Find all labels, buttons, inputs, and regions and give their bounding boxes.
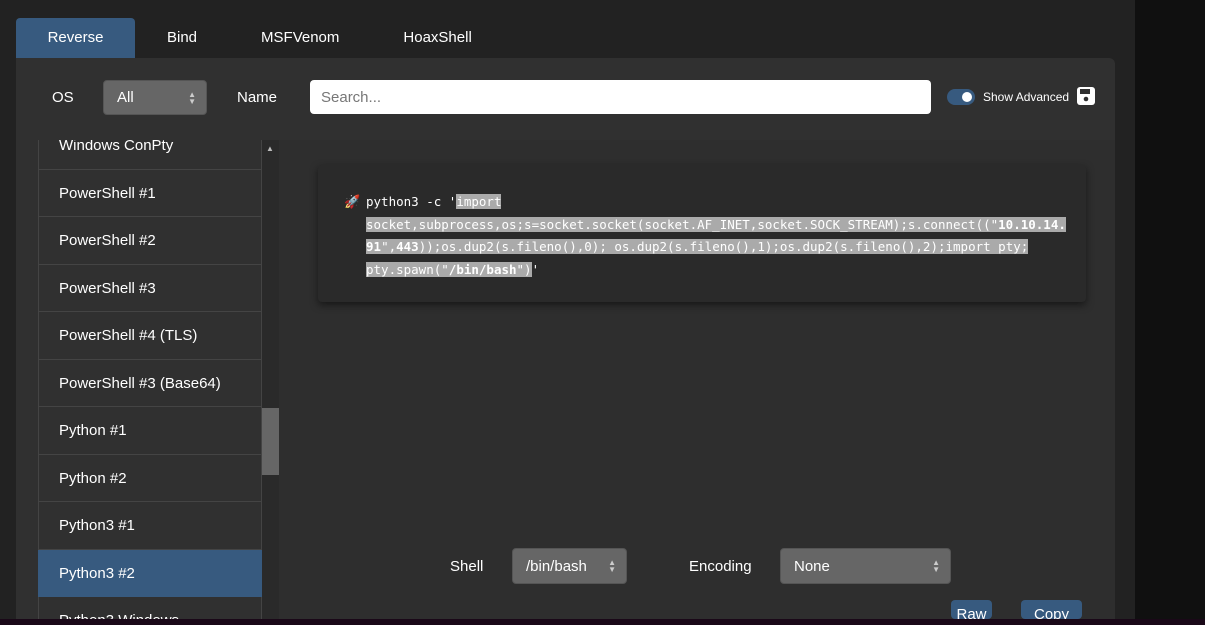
encoding-label: Encoding <box>689 558 752 575</box>
encoding-select-value: None <box>794 557 830 575</box>
save-icon[interactable] <box>1077 87 1095 105</box>
background-edge <box>1135 0 1205 625</box>
scroll-up-icon[interactable]: ▲ <box>266 144 274 153</box>
scrollbar-thumb[interactable] <box>262 408 279 475</box>
list-item[interactable]: PowerShell #3 (Base64) <box>38 359 262 407</box>
tab-msfvenom[interactable]: MSFVenom <box>229 18 371 58</box>
show-advanced-label: Show Advanced <box>983 90 1070 104</box>
list-item[interactable]: Python3 Windows <box>38 597 262 619</box>
shell-list: Windows ConPty PowerShell #1 PowerShell #2… <box>38 140 262 619</box>
tab-bind[interactable]: Bind <box>135 18 229 58</box>
name-label: Name <box>237 89 278 106</box>
tab-reverse[interactable]: Reverse <box>16 18 135 58</box>
os-label: OS <box>52 89 74 106</box>
list-item[interactable]: Python3 #1 <box>38 502 262 550</box>
list-item[interactable]: PowerShell #4 (TLS) <box>38 312 262 360</box>
list-item[interactable]: PowerShell #3 <box>38 264 262 312</box>
command-text[interactable]: python3 -c 'import socket,subprocess,os;… <box>366 191 1066 281</box>
select-arrows-icon: ▲ ▼ <box>188 89 196 106</box>
list-item[interactable]: Python3 #2 <box>38 549 262 597</box>
encoding-select[interactable]: None ▲ ▼ <box>780 548 951 584</box>
os-select[interactable]: All ▲ ▼ <box>103 80 207 115</box>
tab-hoaxshell[interactable]: HoaxShell <box>371 18 503 58</box>
shell-select[interactable]: /bin/bash ▲ ▼ <box>512 548 627 584</box>
list-item[interactable]: PowerShell #2 <box>38 217 262 265</box>
os-select-value: All <box>117 89 134 106</box>
raw-button[interactable]: Raw <box>951 600 992 619</box>
select-arrows-icon: ▲ ▼ <box>608 558 616 574</box>
copy-button[interactable]: Copy <box>1021 600 1082 619</box>
list-item[interactable]: PowerShell #1 <box>38 169 262 217</box>
list-item[interactable]: Windows ConPty <box>38 140 262 170</box>
list-item[interactable]: Python #2 <box>38 454 262 502</box>
list-item[interactable]: Python #1 <box>38 407 262 455</box>
rocket-icon: 🚀 <box>344 194 361 209</box>
shell-select-value: /bin/bash <box>526 557 587 575</box>
bottom-bar <box>0 619 1205 625</box>
shell-label: Shell <box>450 558 484 575</box>
list-scrollbar[interactable]: ▲ <box>262 140 279 619</box>
tab-bar: Reverse Bind MSFVenom HoaxShell <box>16 18 504 58</box>
select-arrows-icon: ▲ ▼ <box>932 558 940 574</box>
command-card: 🚀 python3 -c 'import socket,subprocess,o… <box>318 165 1086 302</box>
show-advanced-toggle[interactable] <box>947 89 975 105</box>
main-panel: OS All ▲▼ Name Show Advanced Windows Con… <box>16 58 1115 619</box>
search-input[interactable] <box>310 80 931 114</box>
